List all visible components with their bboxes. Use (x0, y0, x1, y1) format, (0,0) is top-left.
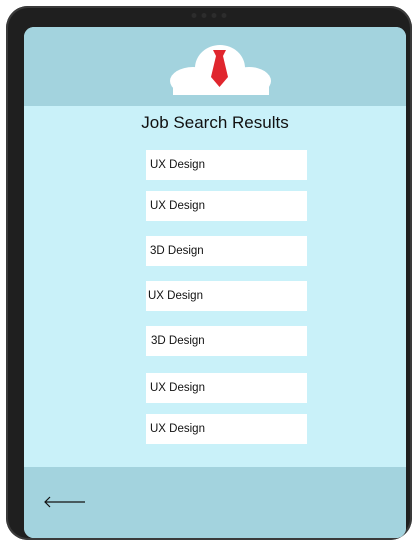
tablet-frame: Job Search Results UX Design UX Design 3… (6, 6, 412, 540)
camera-dots (191, 13, 227, 18)
results-list: UX Design UX Design 3D Design UX Design … (24, 27, 406, 538)
result-label: UX Design (148, 290, 203, 302)
result-item-4[interactable]: UX Design (146, 281, 307, 311)
result-label: 3D Design (151, 335, 205, 347)
result-item-6[interactable]: UX Design (146, 373, 307, 403)
result-label: 3D Design (150, 245, 204, 257)
result-item-3[interactable]: 3D Design (146, 236, 307, 266)
result-item-2[interactable]: UX Design (146, 191, 307, 221)
result-label: UX Design (150, 423, 205, 435)
result-label: UX Design (150, 200, 205, 212)
app-footer (24, 467, 406, 538)
result-label: UX Design (150, 159, 205, 171)
result-item-7[interactable]: UX Design (146, 414, 307, 444)
result-item-5[interactable]: 3D Design (146, 326, 307, 356)
back-arrow-icon[interactable] (43, 494, 87, 510)
result-label: UX Design (150, 382, 205, 394)
result-item-1[interactable]: UX Design (146, 150, 307, 180)
app-screen: Job Search Results UX Design UX Design 3… (24, 27, 406, 538)
